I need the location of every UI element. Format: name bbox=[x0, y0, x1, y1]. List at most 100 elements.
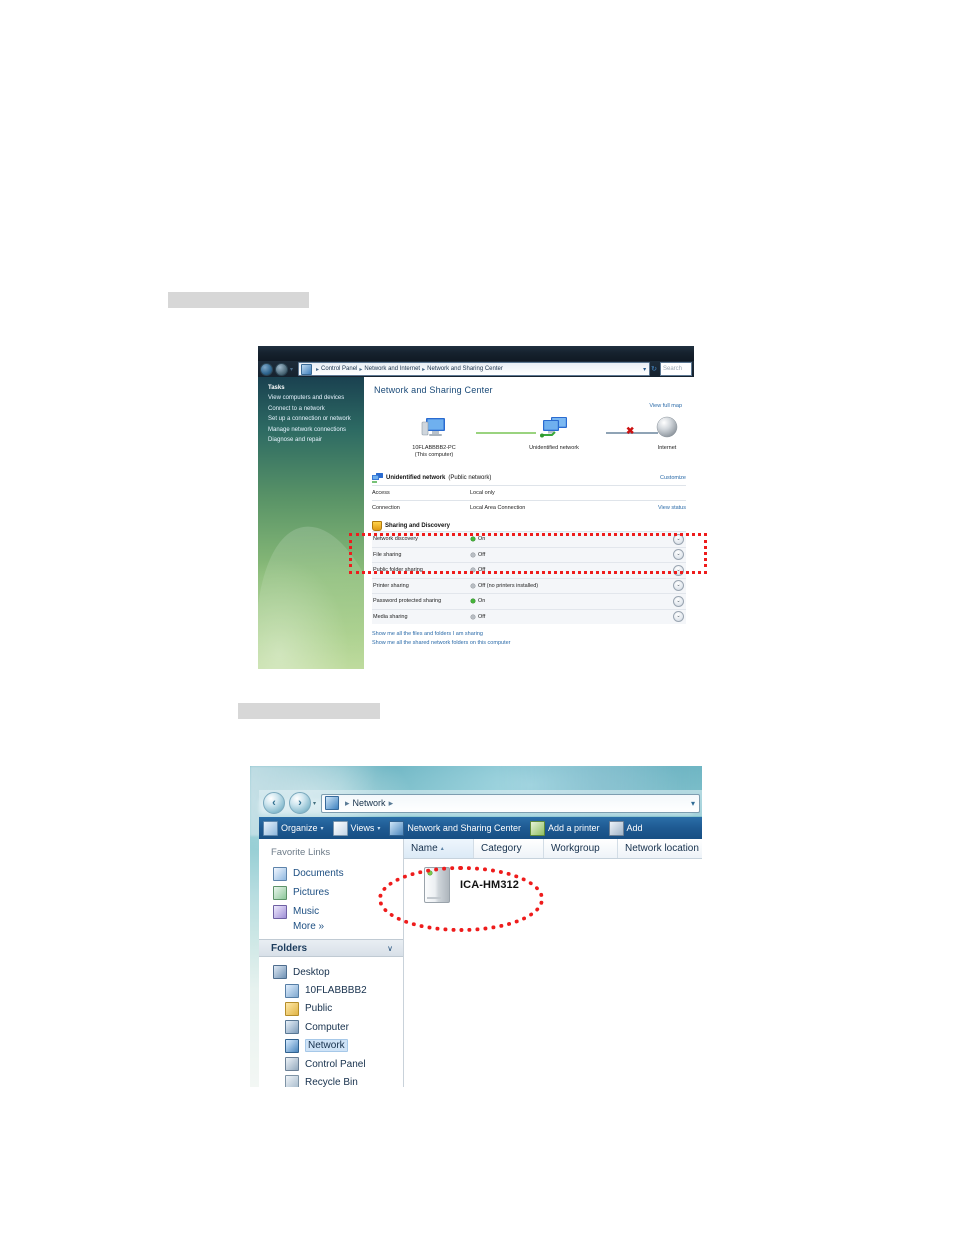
toolbar-network-and-sharing-center-button[interactable]: Network and Sharing Center bbox=[389, 820, 521, 836]
task-manage-network-connections[interactable]: Manage network connections bbox=[268, 427, 364, 433]
task-view-computers-and-devices[interactable]: View computers and devices bbox=[268, 395, 364, 401]
sharing-row-value: Off bbox=[478, 567, 486, 574]
view-full-map-link[interactable]: View full map bbox=[649, 403, 682, 409]
tree-item-computer[interactable]: Computer bbox=[259, 1018, 403, 1036]
chevron-down-icon[interactable]: ⌄ bbox=[673, 564, 684, 576]
recent-pages-caret[interactable]: ▾ bbox=[313, 800, 316, 807]
control-panel-icon bbox=[301, 363, 313, 375]
address-field[interactable]: ▸ Control Panel ▸ Network and Internet ▸… bbox=[298, 362, 651, 376]
list-item[interactable]: ICA-HM312 bbox=[424, 867, 519, 903]
sharing-row-value: Off (no printers installed) bbox=[478, 582, 539, 589]
toolbar-add-a-printer-button[interactable]: Add a printer bbox=[529, 820, 600, 836]
tree-item-control-panel[interactable]: Control Panel bbox=[259, 1055, 403, 1073]
globe-icon bbox=[656, 416, 678, 438]
column-header-category[interactable]: Category bbox=[474, 839, 544, 858]
map-node-unidentified-network[interactable]: Unidentified network bbox=[504, 417, 604, 452]
tree-item-recycle-bin[interactable]: Recycle Bin bbox=[259, 1073, 403, 1087]
toolbar-organize-button[interactable]: Organize ▾ bbox=[263, 820, 324, 836]
forward-button[interactable] bbox=[275, 362, 288, 376]
window-titlebar bbox=[258, 346, 694, 361]
chevron-down-icon[interactable]: ⌄ bbox=[673, 533, 684, 545]
organize-icon bbox=[263, 820, 278, 836]
tree-item-label: Control Panel bbox=[305, 1058, 366, 1070]
tree-item-label: 10FLABBBB2 bbox=[305, 985, 367, 997]
chevron-down-icon: ▾ bbox=[377, 825, 381, 832]
address-history-caret[interactable]: ▾ bbox=[691, 799, 699, 808]
network-row-connection: Connection Local Area Connection View st… bbox=[372, 500, 686, 515]
breadcrumb-network-and-internet[interactable]: Network and Internet bbox=[364, 366, 420, 372]
address-field[interactable]: ▸ Network ▸ ▾ bbox=[321, 793, 700, 813]
music-icon bbox=[273, 904, 287, 919]
show-files-i-am-sharing-link[interactable]: Show me all the files and folders I am s… bbox=[372, 631, 511, 637]
tree-item-label: Recycle Bin bbox=[305, 1076, 358, 1087]
network-sharing-center-icon bbox=[389, 820, 405, 836]
toolbar-add-wireless-device-button[interactable]: Add bbox=[608, 820, 643, 836]
refresh-icon[interactable]: ↻ bbox=[651, 365, 657, 373]
chevron-down-icon[interactable]: ⌄ bbox=[673, 611, 684, 623]
view-status-link[interactable]: View status bbox=[658, 505, 686, 511]
favorite-links-more-button[interactable]: More » bbox=[259, 921, 403, 932]
column-header-network-location[interactable]: Network location bbox=[618, 839, 702, 858]
sharing-row-printer-sharing: Printer sharing Off (no printers install… bbox=[372, 577, 686, 593]
column-header-name[interactable]: Name ▴ bbox=[404, 839, 474, 858]
chevron-down-icon[interactable]: ⌄ bbox=[673, 595, 684, 607]
add-printer-icon bbox=[529, 820, 545, 836]
favorite-link-music[interactable]: Music bbox=[259, 902, 403, 921]
status-dot-on bbox=[471, 537, 475, 542]
favorite-links-heading: Favorite Links bbox=[271, 847, 331, 858]
redacted-caption-2 bbox=[238, 703, 380, 719]
column-header-workgroup[interactable]: Workgroup bbox=[544, 839, 618, 858]
favorite-link-label: Music bbox=[293, 906, 320, 917]
network-name: Unidentified network bbox=[386, 475, 446, 481]
tree-item-label: Public bbox=[305, 1003, 333, 1015]
chevron-down-icon[interactable]: ⌄ bbox=[673, 580, 684, 592]
network-explorer-screenshot: ‹ › ▾ ▸ Network ▸ ▾ Organize ▾ Views ▾ N… bbox=[250, 766, 702, 1087]
search-input[interactable]: Search bbox=[660, 362, 692, 376]
forward-button[interactable]: › bbox=[289, 792, 311, 814]
sharing-row-key: Network discovery bbox=[373, 536, 418, 543]
address-history-caret[interactable]: ▾ bbox=[643, 366, 646, 373]
window-body: Tasks View computers and devices Connect… bbox=[258, 377, 694, 669]
toolbar-label: Add a printer bbox=[547, 823, 600, 833]
column-header-label: Category bbox=[481, 843, 522, 854]
favorite-link-pictures[interactable]: Pictures bbox=[259, 883, 403, 902]
page-title: Network and Sharing Center bbox=[374, 385, 493, 395]
customize-link[interactable]: Customize bbox=[660, 475, 686, 481]
tree-item-network[interactable]: Network bbox=[259, 1037, 403, 1055]
sharing-row-key: Printer sharing bbox=[373, 582, 409, 589]
show-shared-network-folders-link[interactable]: Show me all the shared network folders o… bbox=[372, 640, 511, 646]
back-button[interactable]: ‹ bbox=[263, 792, 285, 814]
tree-item-user[interactable]: 10FLABBBB2 bbox=[259, 981, 403, 999]
map-node-this-computer[interactable]: 10FLABBBB2-PC (This computer) bbox=[394, 417, 474, 459]
breadcrumb-network[interactable]: Network bbox=[353, 798, 386, 808]
toolbar-views-button[interactable]: Views ▾ bbox=[332, 820, 381, 836]
map-node-internet[interactable]: Internet bbox=[642, 415, 692, 452]
folders-header[interactable]: Folders ∨ bbox=[259, 939, 403, 957]
network-icon bbox=[372, 473, 383, 483]
tree-item-public[interactable]: Public bbox=[259, 1000, 403, 1018]
breadcrumb-network-sharing-center[interactable]: Network and Sharing Center bbox=[427, 366, 503, 372]
task-connect-to-a-network[interactable]: Connect to a network bbox=[268, 406, 364, 412]
task-set-up-a-connection[interactable]: Set up a connection or network bbox=[268, 416, 364, 422]
task-diagnose-and-repair[interactable]: Diagnose and repair bbox=[268, 437, 364, 443]
tasks-heading: Tasks bbox=[268, 385, 285, 391]
broken-link-x-icon: ✖ bbox=[626, 426, 635, 437]
content-pane: Network and Sharing Center View full map… bbox=[364, 377, 694, 669]
map-node-label-line1: 10FLABBBB2-PC bbox=[412, 445, 456, 451]
breadcrumb-control-panel[interactable]: Control Panel bbox=[321, 366, 357, 372]
sharing-heading-row: Sharing and Discovery bbox=[372, 520, 686, 531]
tree-item-desktop[interactable]: Desktop bbox=[259, 963, 403, 981]
computer-icon bbox=[285, 1020, 299, 1035]
toolbar-label: Add bbox=[626, 823, 643, 833]
crumb-sep-trailing[interactable]: ▸ bbox=[389, 798, 394, 809]
desktop-icon bbox=[273, 965, 287, 980]
favorite-link-documents[interactable]: Documents bbox=[259, 864, 403, 883]
column-header-label: Network location bbox=[625, 843, 699, 854]
control-panel-icon bbox=[285, 1057, 299, 1072]
chevron-down-icon[interactable]: ⌄ bbox=[673, 549, 684, 561]
status-dot-off bbox=[471, 614, 475, 619]
back-button[interactable] bbox=[260, 362, 273, 376]
network-row-value: Local only bbox=[470, 490, 495, 496]
network-row-key: Connection bbox=[372, 505, 400, 511]
address-dropdown-caret[interactable]: ▾ bbox=[290, 366, 293, 373]
